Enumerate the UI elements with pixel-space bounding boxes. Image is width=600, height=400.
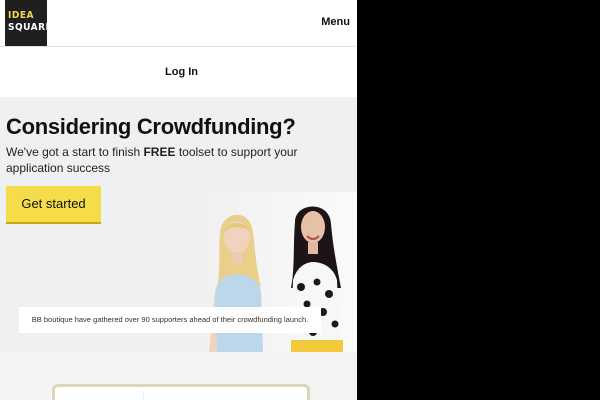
mobile-viewport: IDEA SQUARES Menu Log In Considering Cro… <box>0 0 357 400</box>
top-bar: IDEA SQUARES Menu <box>0 0 357 47</box>
hero-section: Considering Crowdfunding? We've got a st… <box>0 97 357 352</box>
hero-caption: BB boutique have gathered over 90 suppor… <box>19 307 321 333</box>
logo-line-1: IDEA <box>8 10 34 21</box>
hero-title: Considering Crowdfunding? <box>6 114 296 139</box>
login-link[interactable]: Log In <box>165 66 198 78</box>
lower-section <box>0 352 357 400</box>
idea-squares-logo[interactable]: IDEA SQUARES <box>5 0 59 46</box>
laptop-screen <box>143 391 304 400</box>
menu-button[interactable]: Menu <box>321 16 350 28</box>
logo-line-2: SQUARES <box>8 22 60 33</box>
login-row: Log In <box>0 47 357 98</box>
laptop-mockup <box>52 384 310 400</box>
subtitle-text-1: We've got a start to finish <box>6 145 144 159</box>
subtitle-free: FREE <box>143 145 176 159</box>
get-started-button[interactable]: Get started <box>6 186 101 224</box>
hero-subtitle: We've got a start to finish FREE toolset… <box>6 144 336 176</box>
